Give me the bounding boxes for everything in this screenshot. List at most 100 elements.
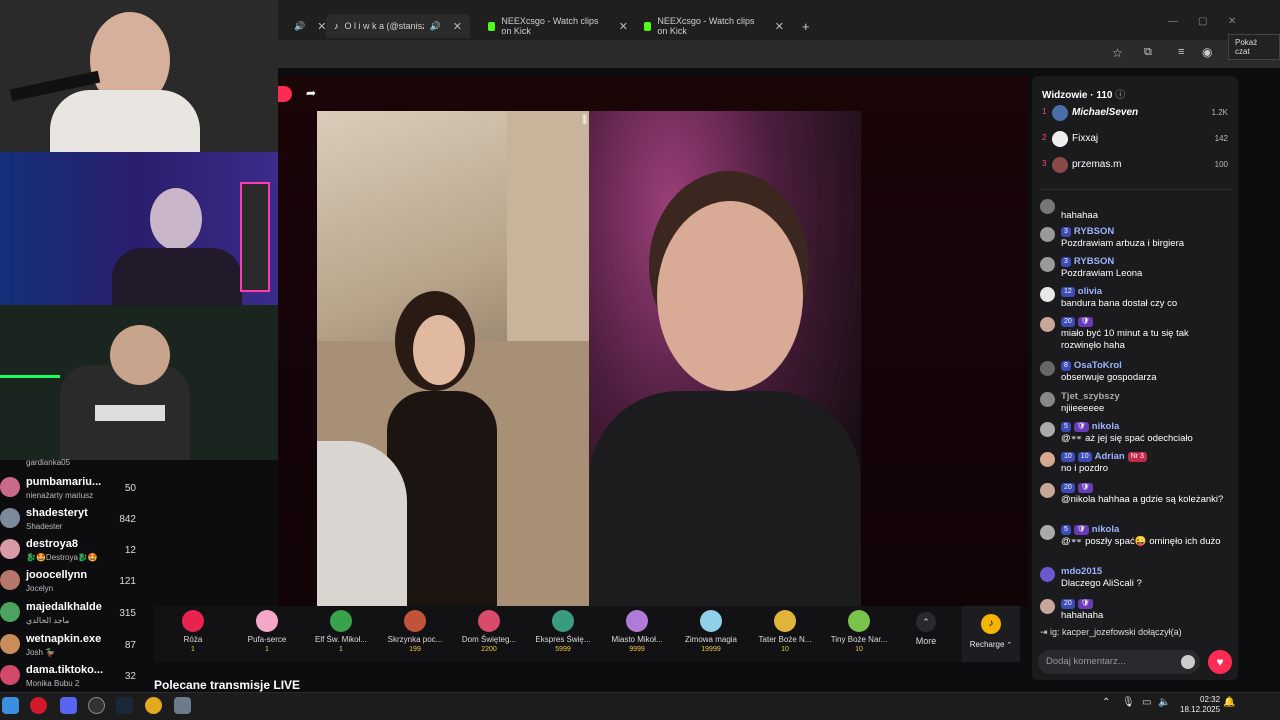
chat-username[interactable]: mdo2015 [1061, 566, 1102, 578]
maximize-icon[interactable]: ▢ [1198, 16, 1207, 27]
comment-input[interactable]: Dodaj komentarz... [1038, 650, 1200, 674]
avatar[interactable] [1040, 227, 1055, 242]
avatar[interactable] [1040, 599, 1055, 614]
list-item[interactable]: shadesteryt Shadester 842 [0, 505, 150, 535]
list-item[interactable]: dama.tiktoko... Monika Bubu 2 32 [0, 662, 150, 692]
gift-item[interactable]: Miasto Mikoł... 9999 [602, 610, 672, 653]
close-icon[interactable]: ✕ [775, 20, 784, 33]
gift-item[interactable]: Elf Św. Mikoł... 1 [306, 610, 376, 653]
tiktok-icon: ♪ [334, 21, 339, 31]
gift-name: Ekspres Świę... [535, 635, 591, 644]
chat-badge: 10 [1077, 452, 1092, 462]
chat-username[interactable]: RYBSON [1074, 256, 1114, 268]
gift-icon [256, 610, 278, 632]
emoji-icon[interactable] [1181, 655, 1195, 669]
gift-item[interactable]: Tater Boże N... 10 [750, 610, 820, 653]
avatar[interactable] [1040, 452, 1055, 467]
chat-username[interactable]: nikola [1092, 421, 1119, 433]
viewer-row[interactable]: 1 MichaelSeven 1.2K [1040, 104, 1232, 124]
viewer-row[interactable]: 2 Fixxaj 142 [1040, 130, 1232, 150]
avatar[interactable] [1040, 361, 1055, 376]
chat-username[interactable]: Adrian [1095, 451, 1125, 463]
extensions-icon[interactable]: ⧉ [1144, 46, 1152, 59]
new-tab-button[interactable]: + [794, 14, 818, 38]
viewer-row[interactable]: 3 przemas.m 100 [1040, 156, 1232, 176]
chat-badge: 20 [1061, 483, 1075, 493]
close-window-icon[interactable]: ✕ [1228, 16, 1236, 27]
recharge-button[interactable]: ♪ Recharge ⌃ [962, 606, 1020, 662]
avatar[interactable] [1040, 392, 1055, 407]
tab-kick-2[interactable]: NEEXcsgo - Watch clips on Kick ✕ [636, 14, 792, 38]
obs-icon[interactable] [88, 697, 105, 714]
gift-price: 10 [781, 646, 789, 653]
tab-kick-1[interactable]: NEEXcsgo - Watch clips on Kick ✕ [480, 14, 636, 38]
chat-username[interactable]: RYBSON [1074, 226, 1114, 238]
gift-item[interactable]: Ekspres Świę... 5999 [528, 610, 598, 653]
minimize-icon[interactable]: — [1168, 16, 1178, 27]
list-item[interactable]: jooocellynn Jocelyn 121 [0, 567, 150, 597]
close-icon[interactable]: ✕ [453, 20, 462, 33]
avatar[interactable] [1040, 257, 1055, 272]
gift-name: Miasto Mikoł... [611, 635, 663, 644]
chevron-up-icon[interactable]: ⌃ [1102, 697, 1110, 708]
chat-badge: 🛡 [1073, 525, 1089, 535]
viewer-count: 142 [1214, 134, 1228, 143]
share-icon[interactable]: ➦ [306, 86, 316, 100]
gift-item[interactable]: Tiny Boże Nar... 10 [824, 610, 894, 653]
gift-item[interactable]: Zimowa magia 19999 [676, 610, 746, 653]
list-item[interactable]: wetnapkin.exe Josh 🦆 87 [0, 631, 150, 661]
list-item[interactable]: majedalkhalde ماجد الخالدي 315 [0, 599, 150, 629]
profile-icon[interactable]: ◉ [1202, 45, 1212, 59]
gift-icon [848, 610, 870, 632]
avatar[interactable] [1040, 422, 1055, 437]
avatar[interactable] [1040, 199, 1055, 214]
speaker-icon: 🔊 [294, 20, 306, 31]
close-icon[interactable]: ✕ [619, 20, 628, 33]
list-item[interactable]: pumbamariu... nienażarty mariusz 50 [0, 474, 150, 504]
join-notice: ⇥ ig: kacper_jozefowski dołączył(a) [1040, 627, 1182, 637]
chat-username[interactable]: Tjet_szybszy [1061, 391, 1120, 403]
clock[interactable]: 02:32 18.12.2025 [1180, 695, 1220, 715]
list-item-sub: Monika Bubu 2 [26, 679, 80, 688]
gift-item[interactable]: Róża 1 [158, 610, 228, 653]
chat-username[interactable]: olivia [1078, 286, 1102, 298]
split-view-icon[interactable]: ⫼ [582, 114, 587, 127]
tab-label: NEEXcsgo - Watch clips on Kick [501, 16, 599, 36]
gift-item[interactable]: Skrzynka poc... 199 [380, 610, 450, 653]
volume-icon[interactable]: 🔈 [1158, 697, 1170, 708]
chat-message: 3 RYBSON Pozdrawiam arbuza i birgiera [1040, 226, 1232, 256]
windows-start-icon[interactable] [2, 697, 19, 714]
chat-username[interactable]: nikola [1092, 524, 1119, 536]
chat-badge: 🛡 [1077, 599, 1093, 609]
gift-name: Róża [183, 635, 203, 644]
recommended-title: Polecane transmisje LIVE [154, 678, 301, 692]
gift-item[interactable]: Dom Święteg... 2200 [454, 610, 524, 653]
avatar[interactable] [1040, 287, 1055, 302]
viewer-count: 100 [1214, 160, 1228, 169]
list-item-sub: ماجد الخالدي [26, 616, 70, 625]
network-icon[interactable]: ▭ [1142, 697, 1151, 708]
more-gifts-button[interactable]: ⌃ More [906, 612, 946, 646]
avatar [0, 477, 20, 497]
discord-icon[interactable] [60, 697, 77, 714]
list-item[interactable]: destroya8 🐉🤩Destroya🐉🤩 12 [0, 536, 150, 566]
tab-active[interactable]: ♪ O l i w k a (@staniszesia_) o 🔊 ✕ [326, 14, 470, 38]
chat-username[interactable]: OsaToKrol [1074, 360, 1122, 372]
gift-price: 199 [409, 646, 421, 653]
avatar[interactable] [1040, 483, 1055, 498]
star-icon[interactable]: ☆ [1112, 46, 1123, 60]
steam-icon[interactable] [116, 697, 133, 714]
avatar[interactable] [1040, 525, 1055, 540]
heart-button[interactable]: ♥ [1208, 650, 1232, 674]
avatar[interactable] [1040, 317, 1055, 332]
taskbar [0, 692, 1280, 720]
avatar[interactable] [1040, 567, 1055, 582]
opera-icon[interactable] [30, 697, 47, 714]
notification-icon[interactable]: 🔔 [1223, 697, 1235, 708]
gift-item[interactable]: Pufa-serce 1 [232, 610, 302, 653]
chrome-icon[interactable] [145, 697, 162, 714]
media-icon[interactable]: ≡ [1178, 46, 1184, 58]
info-icon[interactable]: ⓘ [1115, 90, 1125, 101]
mic-icon[interactable]: 🎙 [1122, 697, 1135, 708]
settings-icon[interactable] [174, 697, 191, 714]
